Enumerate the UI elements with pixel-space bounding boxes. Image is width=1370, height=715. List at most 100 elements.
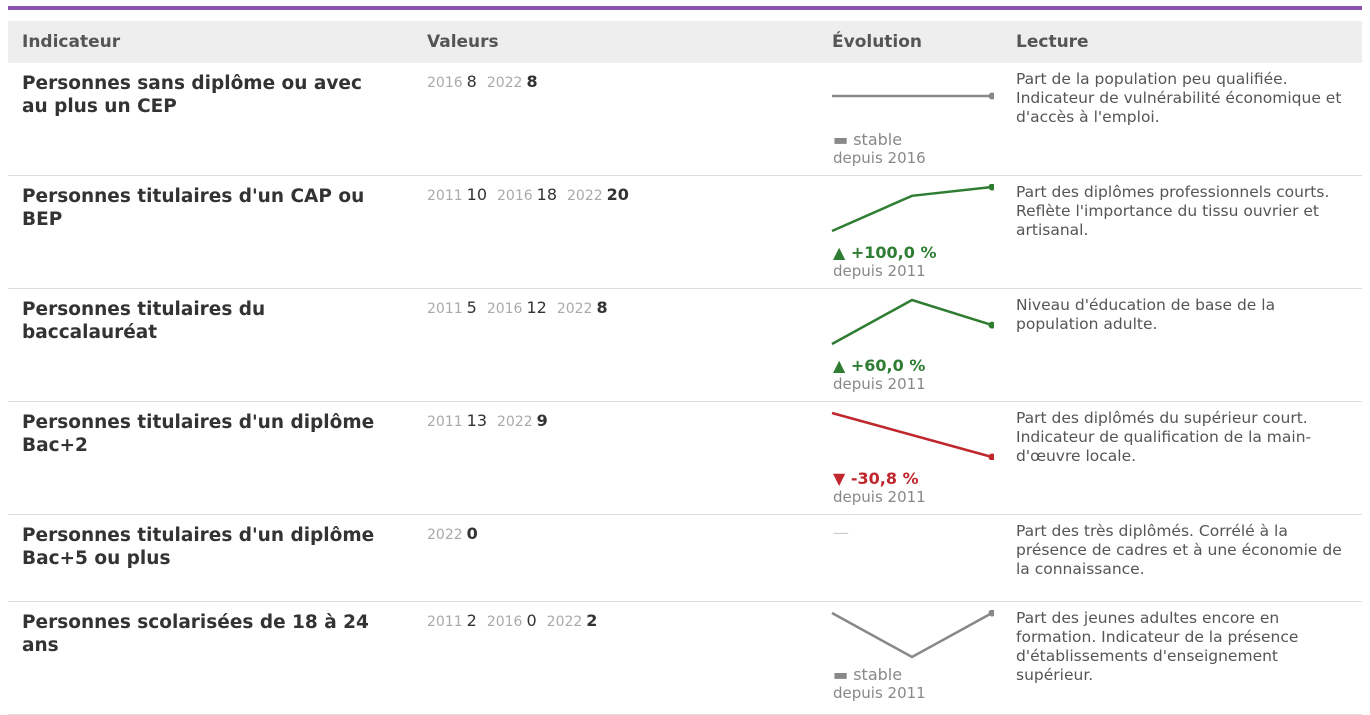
trend-since: depuis 2011 xyxy=(833,684,926,702)
trend-indicator: ▲ +100,0 % depuis 2011 xyxy=(833,243,937,281)
indicator-table: Indicateur Valeurs Évolution Lecture Per… xyxy=(8,21,1362,715)
value-number: 8 xyxy=(596,298,608,317)
value-number: 18 xyxy=(536,185,557,204)
header-values: Valeurs xyxy=(427,32,499,52)
trend-since: depuis 2011 xyxy=(833,375,926,393)
value-pair: 2022 9 xyxy=(497,411,548,430)
value-number: 0 xyxy=(526,611,537,630)
table-body: Personnes sans diplôme ou avec au plus u… xyxy=(8,63,1362,715)
reading-text: Part des très diplômés. Corrélé à la pré… xyxy=(1016,522,1342,578)
value-number: 2 xyxy=(466,611,477,630)
value-pair: 2022 20 xyxy=(567,185,629,204)
value-pair: 2016 8 xyxy=(427,72,477,91)
accent-top-bar xyxy=(8,6,1362,10)
value-number: 8 xyxy=(466,72,477,91)
trend-since: depuis 2016 xyxy=(833,149,926,167)
value-year: 2011 xyxy=(427,414,463,430)
value-year: 2022 xyxy=(497,414,533,430)
value-pair: 2011 2 xyxy=(427,611,477,630)
trend-indicator: ▼ -30,8 % depuis 2011 xyxy=(833,469,926,507)
value-number: 20 xyxy=(606,185,629,204)
value-pair: 2011 10 xyxy=(427,185,487,204)
value-number: 9 xyxy=(536,411,548,430)
indicator-label: Personnes scolarisées de 18 à 24 ans xyxy=(22,612,369,656)
value-pair: 2011 13 xyxy=(427,411,487,430)
value-year: 2011 xyxy=(427,614,463,630)
sparkline-endpoint xyxy=(988,453,994,460)
value-year: 2011 xyxy=(427,188,463,204)
value-year: 2016 xyxy=(486,614,523,630)
value-year: 2022 xyxy=(546,614,583,630)
values-cell: 2011 13 2022 9 xyxy=(427,411,558,430)
sparkline xyxy=(831,411,994,460)
sparkline xyxy=(831,298,994,346)
trend-delta: ▲ +100,0 % xyxy=(833,243,937,262)
sparkline-line xyxy=(831,411,993,459)
trend-delta: ▼ -30,8 % xyxy=(833,469,919,488)
trend-delta: ▬ stable xyxy=(833,665,903,684)
table-row: Personnes sans diplôme ou avec au plus u… xyxy=(8,63,1362,176)
no-trend-dash: — xyxy=(833,523,849,542)
value-pair: 2011 5 xyxy=(427,298,477,317)
sparkline xyxy=(831,610,994,659)
reading-text: Niveau d'éducation de base de la populat… xyxy=(1016,296,1276,333)
trend-delta: ▲ +60,0 % xyxy=(833,356,926,375)
value-pair: 2022 0 xyxy=(427,524,478,543)
reading-text: Part des jeunes adultes encore en format… xyxy=(1016,609,1299,684)
indicator-label: Personnes titulaires d'un CAP ou BEP xyxy=(22,186,365,230)
table-header: Indicateur Valeurs Évolution Lecture xyxy=(8,21,1362,63)
indicator-label: Personnes titulaires d'un diplôme Bac+2 xyxy=(22,412,375,456)
value-number: 5 xyxy=(466,298,477,317)
values-cell: 2011 2 2016 0 2022 2 xyxy=(427,611,607,630)
value-year: 2022 xyxy=(427,527,463,543)
values-cell: 2011 10 2016 18 2022 20 xyxy=(427,185,639,204)
value-pair: 2022 2 xyxy=(547,611,598,630)
value-number: 2 xyxy=(586,611,598,630)
value-year: 2011 xyxy=(427,301,463,317)
header-evolution: Évolution xyxy=(832,32,923,52)
value-year: 2022 xyxy=(486,75,523,91)
sparkline-line xyxy=(831,185,993,233)
table-row: Personnes titulaires du baccalauréat 2011… xyxy=(8,289,1362,402)
trend-since: depuis 2011 xyxy=(833,488,926,506)
value-number: 12 xyxy=(526,298,547,317)
value-pair: 2016 0 xyxy=(487,611,537,630)
sparkline xyxy=(831,184,994,233)
value-pair: 2016 18 xyxy=(497,185,557,204)
value-pair: 2016 12 xyxy=(487,298,547,317)
trend-since: depuis 2011 xyxy=(833,262,926,280)
sparkline-endpoint xyxy=(988,92,994,100)
value-pair: 2022 8 xyxy=(557,298,608,317)
value-year: 2016 xyxy=(427,75,463,91)
reading-text: Part des diplômes professionnels courts.… xyxy=(1016,183,1330,239)
value-year: 2022 xyxy=(567,188,603,204)
sparkline-line xyxy=(831,298,993,346)
trend-indicator: ▬ stable depuis 2016 xyxy=(833,130,926,168)
values-cell: 2016 8 2022 8 xyxy=(427,72,548,91)
value-year: 2016 xyxy=(486,301,523,317)
value-year: 2022 xyxy=(556,301,593,317)
trend-indicator: ▲ +60,0 % depuis 2011 xyxy=(833,356,926,394)
value-number: 8 xyxy=(526,72,538,91)
sparkline-line xyxy=(831,611,993,659)
reading-text: Part de la population peu qualifiée. Ind… xyxy=(1016,70,1342,126)
value-number: 13 xyxy=(466,411,487,430)
indicator-label: Personnes titulaires d'un diplôme Bac+5 … xyxy=(22,525,375,569)
values-cell: 2011 5 2016 12 2022 8 xyxy=(427,298,618,317)
trend-indicator: ▬ stable depuis 2011 xyxy=(833,665,926,703)
value-number: 0 xyxy=(466,524,478,543)
table-row: Personnes titulaires d'un diplôme Bac+5 … xyxy=(8,515,1362,602)
trend-delta: ▬ stable xyxy=(833,130,903,149)
value-number: 10 xyxy=(466,185,487,204)
indicator-label: Personnes titulaires du baccalauréat xyxy=(22,299,266,343)
value-year: 2016 xyxy=(497,188,533,204)
reading-text: Part des diplômés du supérieur court. In… xyxy=(1016,409,1312,465)
header-indicator: Indicateur xyxy=(22,32,121,52)
sparkline-endpoint xyxy=(988,184,994,191)
sparkline-endpoint xyxy=(988,321,994,329)
value-pair: 2022 8 xyxy=(487,72,538,91)
indicator-label: Personnes sans diplôme ou avec au plus u… xyxy=(22,73,362,117)
values-cell: 2022 0 xyxy=(427,524,488,543)
table-row: Personnes titulaires d'un diplôme Bac+2 2… xyxy=(8,402,1362,515)
sparkline xyxy=(832,92,994,100)
